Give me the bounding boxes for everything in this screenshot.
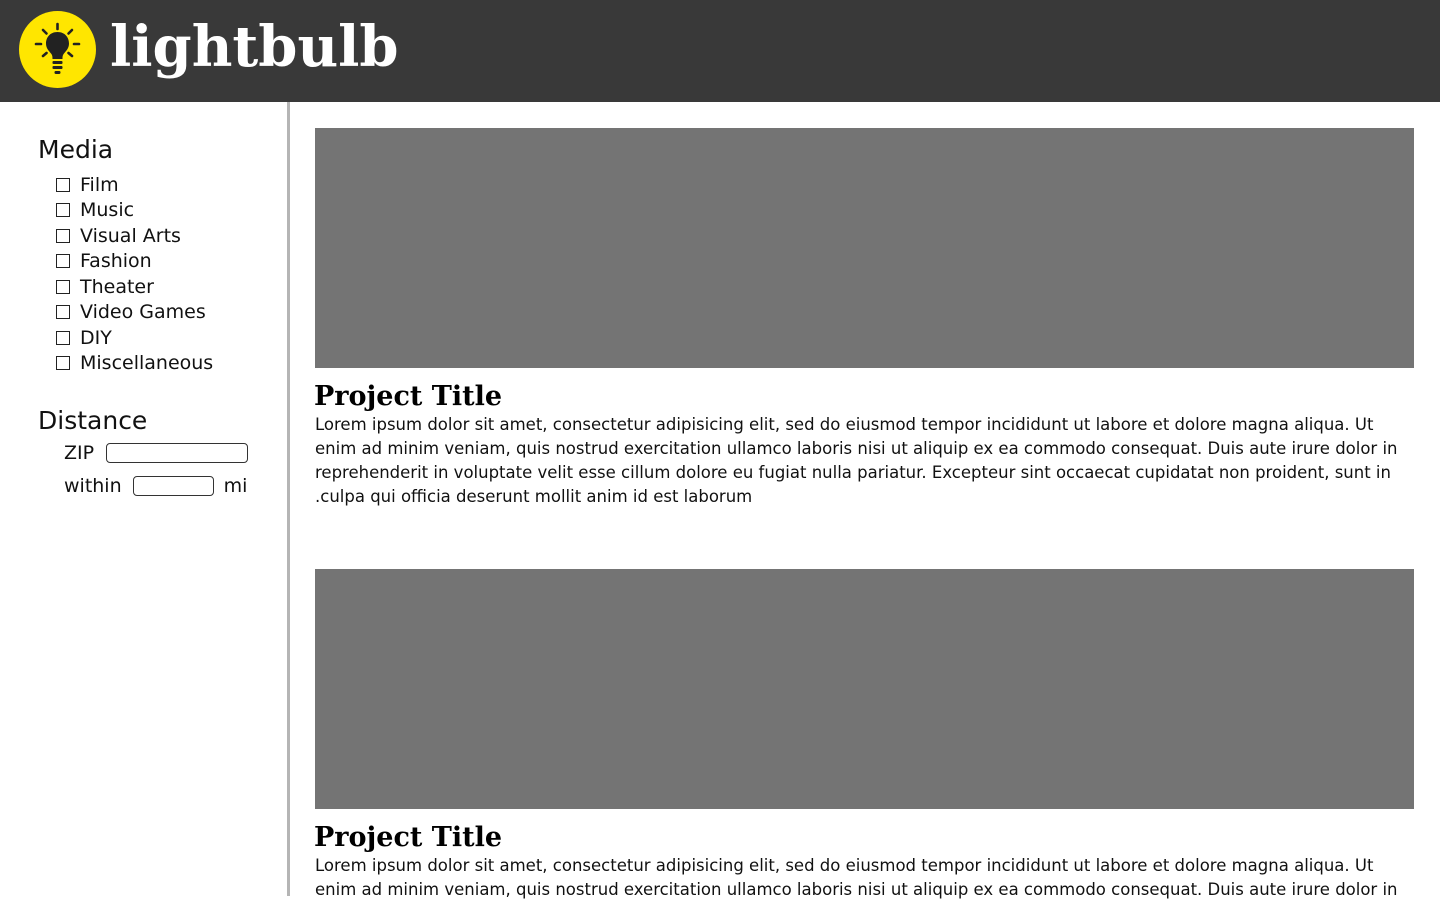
film-checkbox[interactable] <box>56 177 70 192</box>
project-image[interactable] <box>315 128 1414 368</box>
distance-unit: mi <box>223 475 248 497</box>
within-row: within mi <box>64 475 247 497</box>
project-title[interactable]: Project Title <box>314 822 1414 854</box>
media-option-label: Music <box>80 199 135 222</box>
media-option-label: Visual Arts <box>80 224 181 247</box>
distance-heading: Distance <box>38 406 148 435</box>
zip-row: ZIP <box>64 442 249 464</box>
diy-checkbox[interactable] <box>56 330 70 345</box>
media-option-label: Miscellaneous <box>80 352 214 375</box>
visual-arts-checkbox[interactable] <box>56 228 70 243</box>
media-option-label: Video Games <box>80 301 206 324</box>
media-option-label: Fashion <box>80 250 152 273</box>
project-feed[interactable]: Project Title Lorem ipsum dolor sit amet… <box>290 102 1440 900</box>
within-label: within <box>64 475 122 497</box>
media-option-video-games[interactable]: Video Games <box>56 300 213 326</box>
project-title[interactable]: Project Title <box>314 381 1414 413</box>
lightbulb-icon <box>34 22 81 74</box>
media-option-diy[interactable]: DIY <box>56 325 213 351</box>
media-option-label: Film <box>80 173 119 196</box>
media-option-music[interactable]: Music <box>56 198 213 224</box>
media-option-miscellaneous[interactable]: Miscellaneous <box>56 351 213 377</box>
theater-checkbox[interactable] <box>56 279 70 294</box>
video-games-checkbox[interactable] <box>56 305 70 320</box>
media-filter-list: Film Music Visual Arts Fashion Theater V… <box>56 172 213 376</box>
miscellaneous-checkbox[interactable] <box>56 356 70 371</box>
music-checkbox[interactable] <box>56 203 70 218</box>
filter-sidebar: Media Film Music Visual Arts Fashion The… <box>0 102 287 896</box>
media-option-theater[interactable]: Theater <box>56 274 213 300</box>
project-card[interactable]: Project Title Lorem ipsum dolor sit amet… <box>314 569 1414 900</box>
header-bar: lightbulb <box>0 0 1440 102</box>
media-heading: Media <box>38 135 114 164</box>
zip-input[interactable] <box>106 443 249 463</box>
media-option-label: Theater <box>80 275 154 298</box>
fashion-checkbox[interactable] <box>56 254 70 269</box>
brand-name[interactable]: lightbulb <box>110 12 399 82</box>
zip-label: ZIP <box>64 442 95 464</box>
media-option-fashion[interactable]: Fashion <box>56 249 213 275</box>
media-option-visual-arts[interactable]: Visual Arts <box>56 223 213 249</box>
project-card[interactable]: Project Title Lorem ipsum dolor sit amet… <box>314 128 1414 509</box>
project-description: Lorem ipsum dolor sit amet, consectetur … <box>315 856 1398 899</box>
media-option-label: DIY <box>80 326 112 349</box>
project-image[interactable] <box>315 569 1414 809</box>
logo[interactable] <box>19 11 96 88</box>
distance-input[interactable] <box>132 476 214 496</box>
media-option-film[interactable]: Film <box>56 172 213 198</box>
project-description: Lorem ipsum dolor sit amet, consectetur … <box>315 415 1398 506</box>
